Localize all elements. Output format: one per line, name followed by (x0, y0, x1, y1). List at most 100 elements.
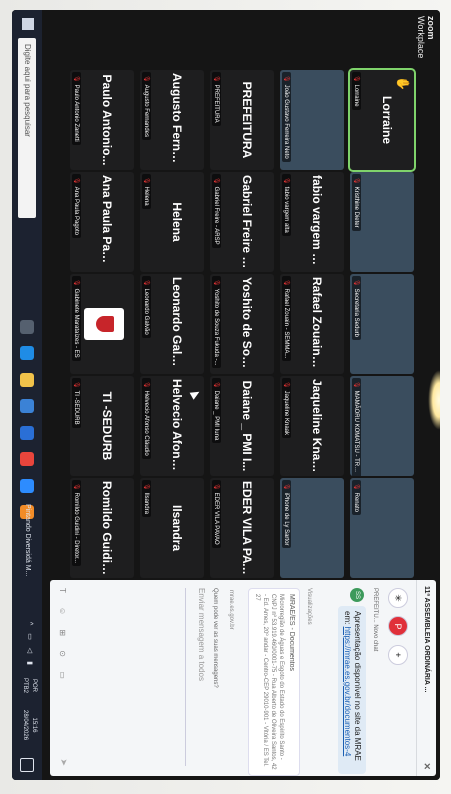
participant-label-text: Renato (353, 492, 359, 512)
participant-display-name: Augusto Fernan... (170, 73, 184, 170)
edge-icon[interactable] (20, 346, 34, 361)
link-preview-card[interactable]: MRAE/ES - Documentos Microrregião de Águ… (248, 588, 300, 776)
participant-label-text: Yoshito de Souza Fukuda -... (213, 288, 219, 366)
card-title: MRAE/ES - Documentos (288, 594, 295, 672)
participant-tile[interactable]: 🎙iPhone de Ly Sartor (280, 478, 344, 578)
participant-display-name: Romildo Guidin... (100, 481, 114, 578)
participant-tile[interactable]: Yoshito de Souz... 🎙Yoshito de Souza Fuku… (210, 274, 274, 374)
participant-label-text: Lorraine (353, 84, 359, 107)
mic-muted-icon: 🎙 (283, 381, 289, 389)
participant-label-text: Secretaria Sedurb (353, 288, 359, 337)
participant-label-text: EDER VILA PAVAO (213, 492, 219, 545)
participant-tile[interactable]: 🎙Kristhine Dieter (350, 172, 414, 272)
taskbar-window-item[interactable]: Pintando Diversidá M... (18, 500, 36, 596)
participant-tile[interactable]: Romildo Guidin... 🎙Romildo Guidini - Dire… (70, 478, 134, 578)
participant-tile[interactable]: Leonardo Galvão 🎙Leonardo Galvão (140, 274, 204, 374)
participant-tile[interactable]: EDER VILA PAV... 🎙EDER VILA PAVAO (210, 478, 274, 578)
participant-label-text: Gabriel Freire - ARSP (213, 186, 219, 245)
participant-tile[interactable]: fabio vargem alta 🎙fabio vargem alta (280, 172, 344, 272)
participant-display-name: Daiane _ PMI I... (240, 380, 254, 472)
participant-tile[interactable]: 🎙Gabinete Marataízes - ES (70, 274, 134, 374)
participant-tile[interactable]: PREFEITURA 🎙PREFEITURA (210, 70, 274, 170)
participant-name-label: 🎙PREFEITURA (212, 72, 221, 126)
mic-muted-icon: 🎙 (353, 381, 359, 389)
chrome-icon[interactable] (20, 452, 34, 467)
participant-label-text: Augusto Fernandes (143, 84, 149, 137)
participant-name-label: 🎙Paulo Antonio Zanetti (72, 72, 81, 145)
chat-title: 11ª ASSEMBLEIA ORDINÁRIA ... (423, 586, 430, 693)
participant-name-label: 🎙fabio vargem alta (282, 174, 291, 236)
participant-display-name: Ana Paula Pagoto (100, 175, 114, 272)
mic-muted-icon: 🎙 (213, 75, 219, 83)
participant-name-label: 🎙Gabinete Marataízes - ES (72, 276, 81, 361)
participant-label-text: Gabinete Marataízes - ES (73, 288, 79, 358)
notification-icon[interactable] (20, 758, 34, 772)
participant-tile[interactable]: 🎙MAMÃORU KOMATSU - TRANS... (350, 376, 414, 476)
participant-name-label: 🎙Kristhine Dieter (352, 174, 361, 231)
participant-name-label: 🎙Gabriel Freire - ARSP (212, 174, 221, 248)
participant-tile[interactable]: Jaqueline Knaak 🎙Jaqueline Knaak (280, 376, 344, 476)
video-grid: ✋ Lorraine 🎙Lorraine 🎙Kristhine Dieter 🎙Secr… (64, 66, 416, 580)
add-reaction-icon[interactable]: + (388, 644, 408, 665)
participant-display-name: TI -SEDURB (100, 391, 114, 461)
participant-name-label: 🎙Ilsandra (142, 480, 151, 517)
reaction-icon[interactable]: ✳ (388, 588, 408, 608)
participant-display-name: Jaqueline Knaak (310, 379, 324, 474)
mic-muted-icon: 🎙 (73, 177, 79, 185)
mic-muted-icon: 🎙 (73, 279, 79, 287)
photo-background: zoom Workplace ✋ Lorraine 🎙Lorraine 🎙Kristh… (0, 0, 451, 794)
mic-muted-icon: 🎙 (283, 75, 289, 83)
send-icon[interactable]: ➤ (58, 758, 69, 766)
participant-tile[interactable]: Helena 🎙Helena (140, 172, 204, 272)
chat-input[interactable]: Enviar mensagem a todos (185, 588, 206, 766)
mic-muted-icon: 🎙 (213, 381, 219, 389)
participant-display-name: Leonardo Galvão (170, 277, 184, 374)
task-view-icon[interactable] (20, 320, 34, 334)
reaction-icon[interactable]: P (388, 616, 408, 637)
explorer-icon[interactable] (20, 372, 34, 387)
windows-start-icon[interactable] (22, 18, 34, 30)
participant-tile[interactable]: Rafael Zouain -... 🎙Rafael Zouain - SEMMA… (280, 274, 344, 374)
chat-toolbar[interactable]: T ☺ ⊞ ⊙ ▭ (58, 588, 67, 685)
participant-tile[interactable]: Daiane _ PMI I... 🎙Daiane _ PMI Iuna (210, 376, 274, 476)
participant-label-text: iPhone de Ly Sartor (283, 492, 289, 546)
monitor: zoom Workplace ✋ Lorraine 🎙Lorraine 🎙Kristh… (12, 10, 440, 780)
participant-tile[interactable]: Ana Paula Pagoto 🎙Ana Paula Pagoto (70, 172, 134, 272)
zoom-screen: zoom Workplace ✋ Lorraine 🎙Lorraine 🎙Kristh… (12, 10, 440, 780)
participant-tile[interactable]: 🎙Secretaria Sedurb (350, 274, 414, 374)
participant-display-name: fabio vargem alta (310, 175, 324, 272)
mic-muted-icon: 🎙 (143, 177, 149, 185)
clock[interactable]: 15:16 28/04/2026 (20, 710, 38, 740)
participant-tile[interactable]: 🎙João Gustavo Ferreira Neto (280, 70, 344, 170)
who-can-see-label[interactable]: Quem pode ver as suas mensagens? (212, 588, 218, 688)
mic-muted-icon: 🎙 (143, 279, 149, 287)
language-indicator[interactable]: POR PTB2 (20, 678, 38, 693)
visibility-label: Visualizações (306, 588, 312, 625)
zoom-app-icon[interactable] (20, 478, 34, 493)
mail-icon[interactable] (20, 425, 34, 440)
windows-taskbar: Digite aqui para pesquisar Pintando Dive… (12, 10, 42, 780)
message-link[interactable]: https://mrae.es.gov.br/documentos-4 (343, 627, 352, 757)
participant-label-text: TI -SEDURB (73, 390, 79, 425)
participant-display-name: Helvecio Afons... (170, 379, 184, 476)
participant-tile[interactable]: TI -SEDURB 🎙TI -SEDURB (70, 376, 134, 476)
taskbar-apps (15, 320, 34, 527)
system-tray[interactable]: ^ ▭ ◁ ▮ (26, 622, 34, 668)
lang-top: POR (31, 679, 37, 693)
participant-name-label: 🎙Renato (352, 480, 361, 515)
close-icon[interactable]: ✕ (421, 762, 432, 770)
participant-name-label: 🎙EDER VILA PAVAO (212, 480, 221, 548)
participant-name-label: 🎙MAMÃORU KOMATSU - TRANS... (352, 378, 361, 476)
participant-label-text: Daiane _ PMI Iuna (213, 390, 219, 441)
participant-tile[interactable]: 🎙Renato (350, 478, 414, 578)
participant-tile[interactable]: ✋ Lorraine 🎙Lorraine (348, 66, 416, 174)
participant-tile[interactable]: Paulo Antonio... 🎙Paulo Antonio Zanetti (70, 70, 134, 170)
taskbar-search-input[interactable]: Digite aqui para pesquisar (18, 38, 36, 218)
store-icon[interactable] (20, 399, 34, 414)
mic-muted-icon: 🎙 (283, 279, 289, 287)
participant-tile[interactable]: Ilsandra 🎙Ilsandra (140, 478, 204, 578)
participant-tile[interactable]: Augusto Fernan... 🎙Augusto Fernandes (140, 70, 204, 170)
participant-label-text: Paulo Antonio Zanetti (73, 84, 79, 142)
participant-display-name: Gabriel Freire -... (240, 175, 254, 271)
participant-tile[interactable]: Gabriel Freire -... 🎙Gabriel Freire - ARS… (210, 172, 274, 272)
